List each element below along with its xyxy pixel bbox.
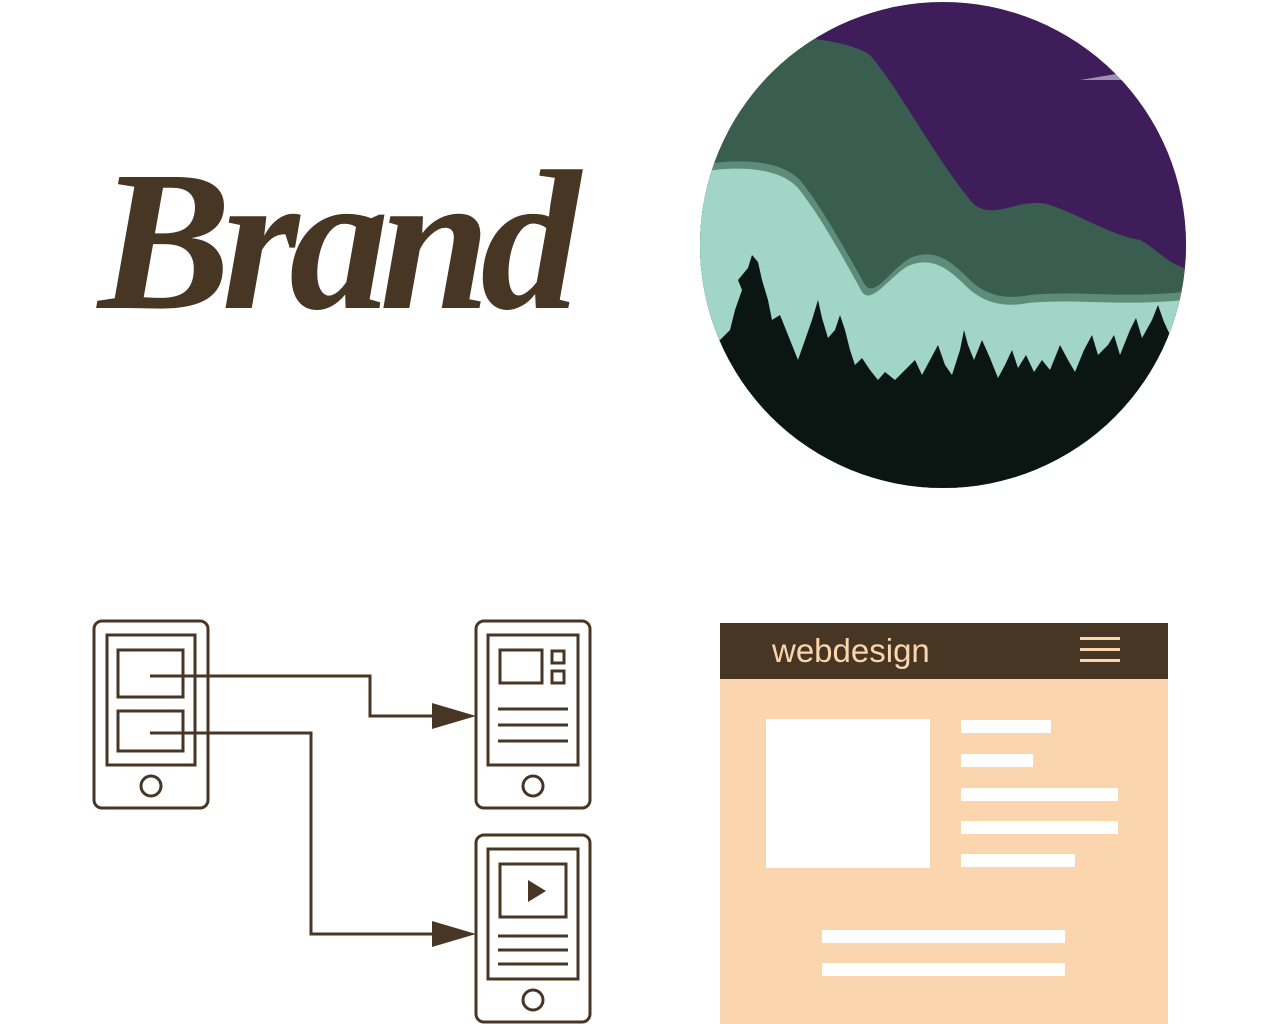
mockup-text-line <box>961 788 1118 801</box>
brand-wordmark: Brand <box>98 131 580 352</box>
landscape-logo <box>700 2 1186 488</box>
source-phone <box>92 619 210 810</box>
mockup-text-line <box>961 854 1075 867</box>
mockup-footer-line <box>822 963 1065 976</box>
responsive-flow-diagram <box>92 619 592 1024</box>
webdesign-mockup: webdesign <box>720 623 1168 1024</box>
mockup-text-line <box>961 821 1118 834</box>
mockup-header: webdesign <box>720 623 1168 679</box>
mockup-text-line <box>961 720 1051 733</box>
play-icon <box>528 880 546 902</box>
mockup-footer-line <box>822 930 1065 943</box>
hamburger-menu-icon <box>1080 637 1120 663</box>
mockup-title: webdesign <box>772 632 930 669</box>
target-phone-article <box>474 619 592 810</box>
target-phone-video <box>474 833 592 1024</box>
mockup-text-line <box>961 754 1033 767</box>
arrow-top <box>432 703 476 729</box>
arrow-bottom <box>432 921 476 947</box>
mockup-image-block <box>766 719 930 868</box>
